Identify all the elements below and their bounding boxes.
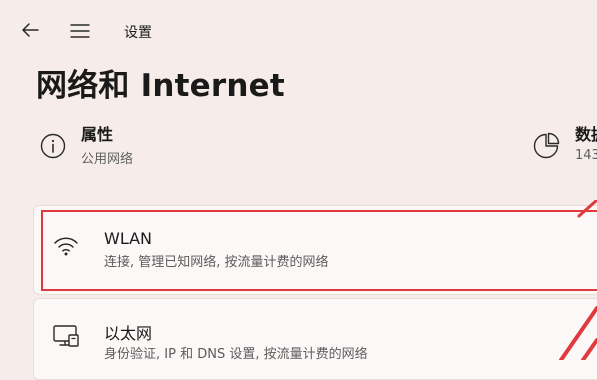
ethernet-title: 以太网 <box>104 324 153 343</box>
back-arrow-icon <box>21 22 39 42</box>
info-icon[interactable] <box>38 131 68 161</box>
properties-title[interactable]: 属性 <box>81 121 113 145</box>
back-button[interactable] <box>14 16 46 48</box>
hamburger-menu-icon <box>70 23 90 42</box>
wlan-card[interactable] <box>33 205 597 295</box>
wlan-title: WLAN <box>104 229 153 248</box>
ethernet-subtitle: 身份验证, IP 和 DNS 设置, 按流量计费的网络 <box>104 347 368 362</box>
data-usage-subtitle: 143 <box>575 148 597 163</box>
wlan-subtitle: 连接, 管理已知网络, 按流量计费的网络 <box>104 255 329 270</box>
page-title: 网络和 Internet <box>36 68 285 104</box>
app-title: 设置 <box>124 25 152 41</box>
properties-subtitle: 公用网络 <box>81 152 134 167</box>
ethernet-icon <box>52 323 80 351</box>
data-usage-title[interactable]: 数据 <box>575 121 597 145</box>
pie-chart-icon[interactable] <box>531 131 561 161</box>
menu-button[interactable] <box>64 16 96 48</box>
title-bar: 设置 <box>0 0 597 62</box>
wifi-icon <box>52 232 80 260</box>
